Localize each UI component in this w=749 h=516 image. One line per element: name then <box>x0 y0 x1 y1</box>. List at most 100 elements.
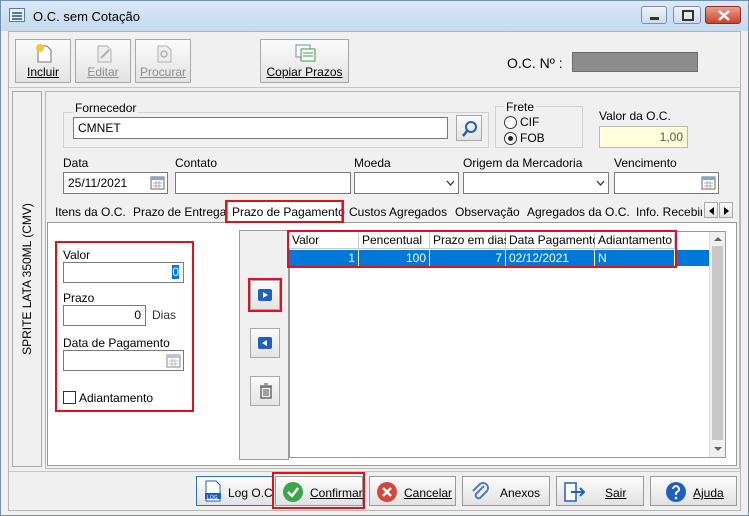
data-value: 25/11/2021 <box>68 176 128 190</box>
edit-icon <box>97 45 112 63</box>
tab-info-recebimento[interactable]: Info. Recebir <box>636 202 702 221</box>
origem-label: Origem da Mercadoria <box>463 156 583 170</box>
fornecedor-search-button[interactable] <box>456 115 482 141</box>
copiar-prazos-label: Copiar Prazos <box>266 65 343 79</box>
help-icon <box>666 482 686 502</box>
data-pagamento-label: Data de Pagamento <box>63 336 170 350</box>
column-header-valor[interactable]: Valor <box>289 233 359 249</box>
data-label: Data <box>63 156 89 170</box>
column-header-prazo-dias[interactable]: Prazo em dias <box>430 233 510 249</box>
tab-prazo-pagamento[interactable]: Prazo de Pagamento <box>227 201 345 223</box>
grid-scrollbar[interactable] <box>709 232 725 457</box>
confirmar-button[interactable]: Confirmar <box>275 476 363 506</box>
editar-button[interactable]: Editar <box>75 39 131 83</box>
scroll-thumb[interactable] <box>712 246 723 440</box>
valor-oc-field: 1,00 <box>599 126 688 148</box>
origem-select[interactable] <box>463 172 609 194</box>
chevron-down-icon <box>446 180 454 186</box>
tab-itens-oc[interactable]: Itens da O.C. <box>55 202 126 221</box>
contato-input[interactable] <box>175 172 351 194</box>
vencimento-label: Vencimento <box>614 156 677 170</box>
moeda-label: Moeda <box>354 156 391 170</box>
frete-fob-label: FOB <box>520 131 545 145</box>
arrow-left-icon <box>709 207 714 215</box>
table-row-cell-adiantamento[interactable]: N <box>595 250 675 266</box>
calendar-icon[interactable] <box>166 353 181 368</box>
frete-fob-radio[interactable] <box>504 132 517 145</box>
column-header-adiantamento[interactable]: Adiantamento <box>595 233 675 249</box>
minimize-icon <box>650 17 659 20</box>
tabs-scroll-right-button[interactable] <box>719 202 733 218</box>
calendar-icon[interactable] <box>150 175 165 190</box>
cancel-icon <box>377 482 397 502</box>
fornecedor-label: Fornecedor <box>73 101 139 115</box>
maximize-button[interactable] <box>673 6 701 24</box>
arrow-right-icon <box>724 207 729 215</box>
moeda-select[interactable] <box>354 172 459 194</box>
column-header-pencentual[interactable]: Pencentual <box>359 233 430 249</box>
adiantamento-label: Adiantamento <box>79 391 154 405</box>
incluir-button[interactable]: Incluir <box>15 39 71 83</box>
cancelar-label: Cancelar <box>404 486 453 500</box>
exit-icon <box>564 482 586 502</box>
arrow-left-icon <box>258 337 272 349</box>
valor-label: Valor <box>63 248 91 262</box>
oc-numero-label: O.C. Nº : <box>507 55 563 71</box>
log-badge: LOG <box>207 495 218 501</box>
calendar-icon[interactable] <box>701 175 716 190</box>
remove-row-button[interactable] <box>250 328 280 358</box>
minimize-button[interactable] <box>641 6 667 24</box>
anexos-label: Anexos <box>500 486 541 500</box>
tab-observacao[interactable]: Observação <box>455 202 520 221</box>
close-icon <box>718 10 730 21</box>
title-bar: O.C. sem Cotação <box>1 1 748 31</box>
sair-button[interactable]: Sair <box>556 476 644 506</box>
chevron-down-icon <box>596 180 604 186</box>
add-row-button[interactable] <box>250 280 280 310</box>
new-document-icon <box>36 44 52 63</box>
product-name: SPRITE LATA 350ML (CMV) <box>20 203 34 355</box>
prazo-label: Prazo <box>63 291 95 305</box>
column-header-data-pagamento[interactable]: Data Pagamento <box>506 233 599 249</box>
ajuda-button[interactable]: Ajuda <box>650 476 737 506</box>
table-row-fill <box>675 250 709 266</box>
tab-prazo-entrega[interactable]: Prazo de Entrega <box>133 202 226 221</box>
table-row-cell-valor[interactable]: 1 <box>289 250 359 266</box>
copiar-prazos-button[interactable]: Copiar Prazos <box>260 39 349 83</box>
paperclip-icon <box>472 482 489 500</box>
tab-agregados-oc[interactable]: Agregados da O.C. <box>527 202 630 221</box>
procurar-button[interactable]: Procurar <box>135 39 191 83</box>
oc-numero-field <box>572 52 698 72</box>
window: O.C. sem Cotação Incluir Editar Procurar… <box>0 0 749 516</box>
frete-cif-label: CIF <box>520 115 540 129</box>
log-oc-button[interactable]: LOG Log O.C <box>196 476 274 506</box>
copy-table-icon <box>295 44 316 62</box>
valor-value: 0 <box>172 265 179 279</box>
table-row-cell-pencentual[interactable]: 100 <box>359 250 430 266</box>
procurar-label: Procurar <box>139 65 186 79</box>
incluir-label: Incluir <box>26 65 59 79</box>
delete-button[interactable] <box>250 376 280 406</box>
search-icon <box>462 121 477 137</box>
valor-input[interactable]: 0 <box>63 262 184 283</box>
footer-divider <box>9 471 740 472</box>
tabs-scroll-left-button[interactable] <box>704 202 718 218</box>
table-row-cell-prazo[interactable]: 7 <box>430 250 506 266</box>
ajuda-label: Ajuda <box>693 486 724 500</box>
sair-label: Sair <box>605 486 627 500</box>
maximize-icon <box>682 10 694 21</box>
prazo-input[interactable]: 0 <box>63 305 146 326</box>
adiantamento-checkbox[interactable] <box>63 391 76 404</box>
frete-cif-radio[interactable] <box>504 116 517 129</box>
close-button[interactable] <box>705 6 741 24</box>
toolbar-divider <box>9 87 740 88</box>
table-row-cell-data[interactable]: 02/12/2021 <box>506 250 595 266</box>
confirmar-label: Confirmar <box>310 486 363 500</box>
check-icon <box>283 482 303 502</box>
contato-label: Contato <box>175 156 218 170</box>
fornecedor-input[interactable]: CMNET <box>73 117 448 139</box>
app-icon <box>9 8 25 22</box>
cancelar-button[interactable]: Cancelar <box>369 476 456 506</box>
tab-custos-agregados[interactable]: Custos Agregados <box>349 202 447 221</box>
anexos-button[interactable]: Anexos <box>462 476 550 506</box>
